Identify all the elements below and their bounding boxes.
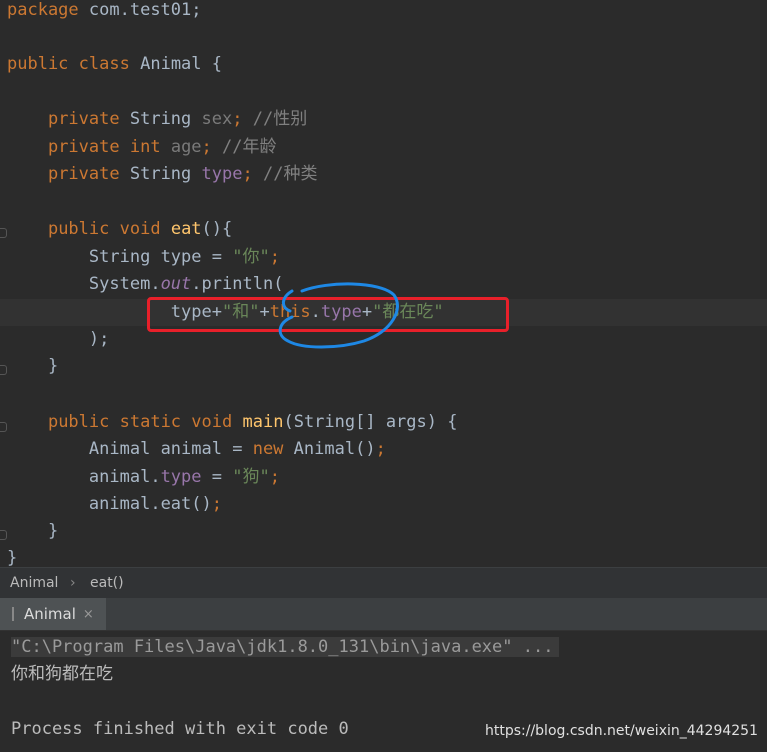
java-command: "C:\Program Files\Java\jdk1.8.0_131\bin\… [11, 637, 560, 657]
class-name: Animal [140, 54, 202, 74]
code-line-println[interactable]: System.out.println( [7, 271, 284, 298]
comment: //种类 [262, 164, 318, 184]
comment: //性别 [252, 109, 308, 129]
code-line-eat-decl[interactable]: public void eat(){ [7, 216, 232, 243]
run-tab-label: Animal [24, 605, 76, 623]
brace: { [211, 54, 223, 74]
code-line-main-decl[interactable]: public static void main(String[] args) { [7, 409, 458, 436]
run-config-icon [12, 607, 18, 621]
variable-name: animal [160, 439, 222, 459]
variable-name: type [160, 247, 202, 267]
breadcrumb: Animal › eat() [0, 567, 767, 599]
fold-marker-icon[interactable] [0, 422, 7, 432]
brace: } [47, 356, 59, 376]
class-name: Animal [88, 439, 151, 459]
code-line-package[interactable]: package com.test01; [7, 0, 202, 24]
keyword: int [129, 137, 161, 157]
code-line-close-class[interactable]: } [7, 545, 17, 567]
keyword: public [7, 54, 69, 74]
keyword: void [119, 219, 161, 239]
fold-end-icon[interactable] [0, 530, 7, 540]
run-tab[interactable]: Animal × [0, 598, 106, 630]
type-name: String [129, 109, 192, 129]
field-name: age [170, 137, 202, 157]
method-call: println [201, 274, 274, 294]
breadcrumb-method[interactable]: eat() [90, 575, 124, 591]
static-field: out [160, 274, 192, 294]
watermark: https://blog.csdn.net/weixin_44294251 [484, 723, 758, 739]
field-name: sex [201, 109, 233, 129]
brace: } [47, 521, 59, 541]
variable-name: animal [88, 467, 151, 487]
method-name: eat [170, 219, 202, 239]
class-ref: System [88, 274, 151, 294]
code-line-assign-type[interactable]: animal.type = "狗"; [7, 464, 280, 491]
method-call: eat [160, 494, 192, 514]
console-command-line: "C:\Program Files\Java\jdk1.8.0_131\bin\… [11, 634, 560, 661]
keyword: package [7, 0, 79, 20]
keyword: new [252, 439, 284, 459]
type-name: String [129, 164, 192, 184]
type-name: String [88, 247, 151, 267]
brace: { [447, 412, 458, 432]
code-line-new-animal[interactable]: Animal animal = new Animal(); [7, 436, 386, 463]
variable-name: animal [88, 494, 151, 514]
keyword: public [47, 412, 110, 432]
class-name: Animal [293, 439, 356, 459]
code-line-close-main[interactable]: } [7, 518, 58, 545]
keyword: public [47, 219, 110, 239]
keyword: private [47, 164, 120, 184]
package-name: com.test01; [88, 0, 202, 20]
breadcrumb-class[interactable]: Animal [10, 575, 58, 591]
string-literal: "你" [232, 247, 270, 267]
console-program-output: 你和狗都在吃 [11, 664, 113, 684]
brace: { [222, 219, 233, 239]
code-editor[interactable]: package com.test01; public class Animal … [0, 0, 767, 567]
method-name: main [242, 412, 284, 432]
console-exit-message: Process finished with exit code 0 [11, 719, 349, 739]
keyword: class [78, 54, 130, 74]
keyword: private [47, 109, 120, 129]
close-icon[interactable]: × [83, 607, 94, 622]
fold-marker-icon[interactable] [0, 228, 7, 238]
blue-circle-annotation [278, 282, 399, 349]
code-line-field-age[interactable]: private int age; //年龄 [7, 134, 277, 161]
comment: //年龄 [222, 137, 277, 157]
chevron-right-icon: › [70, 575, 76, 591]
code-line-local-type[interactable]: String type = "你"; [7, 244, 280, 271]
brace: } [7, 548, 18, 567]
keyword: void [191, 412, 233, 432]
run-tool-window-header: Animal × [0, 598, 767, 631]
fold-end-icon[interactable] [0, 365, 7, 375]
code-line-close-eat[interactable]: } [7, 353, 58, 380]
code-line-close-paren[interactable]: ); [7, 326, 109, 353]
string-literal: "狗" [232, 467, 270, 487]
field-name: type [201, 164, 243, 184]
code-line-field-type[interactable]: private String type; //种类 [7, 161, 318, 188]
keyword: private [47, 137, 120, 157]
code-line-field-sex[interactable]: private String sex; //性别 [7, 106, 307, 133]
code-line-call-eat[interactable]: animal.eat(); [7, 491, 222, 518]
code-line-class[interactable]: public class Animal { [7, 51, 222, 78]
field-ref: type [160, 467, 202, 487]
keyword: static [119, 412, 182, 432]
params: String[] args [293, 412, 427, 432]
